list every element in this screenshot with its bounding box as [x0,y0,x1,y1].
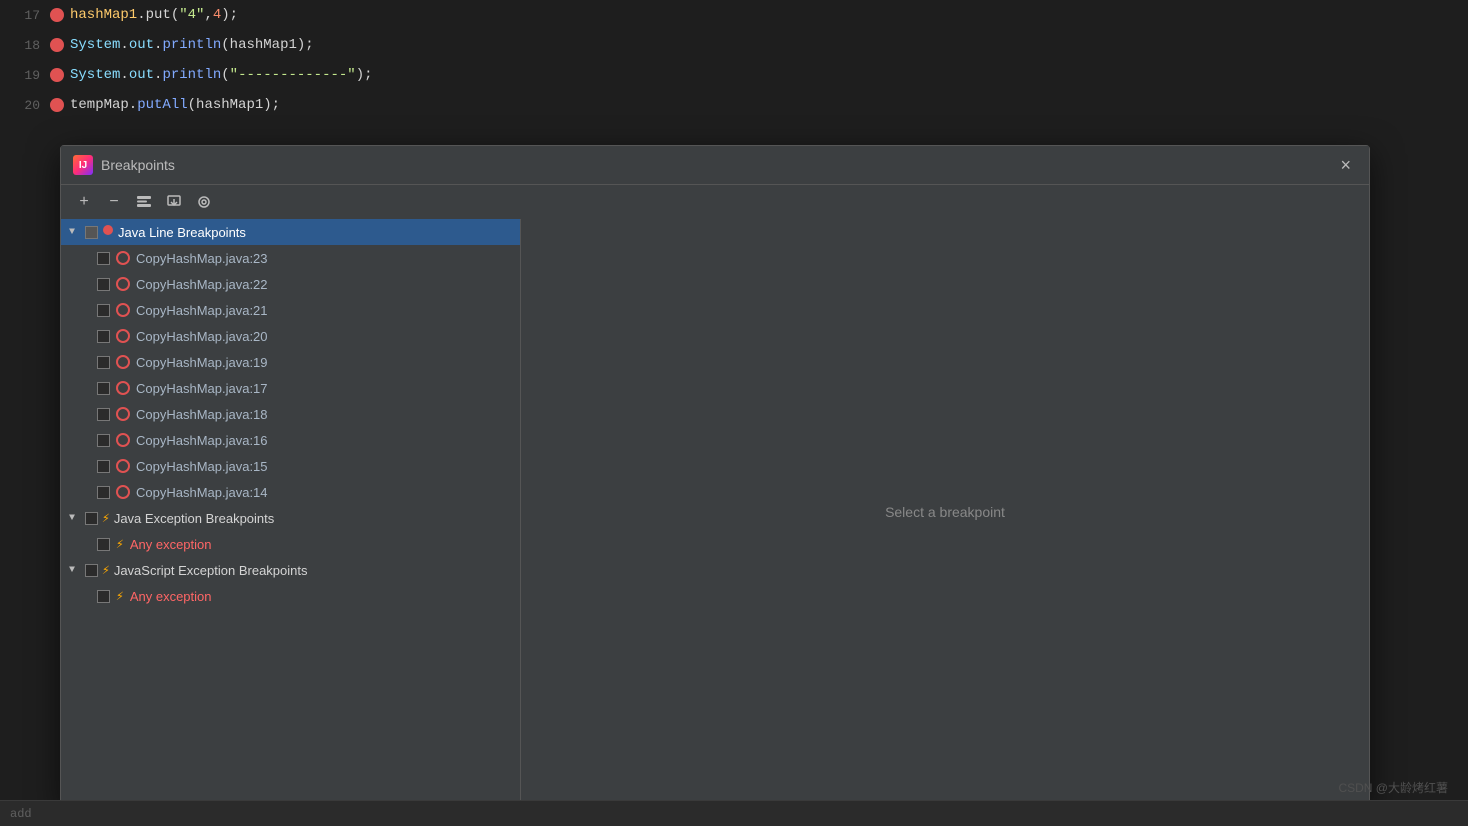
js-exception-lightning-icon: ⚡ [102,563,110,578]
item-20-dot-icon [116,329,130,343]
item-16-dot-icon [116,433,130,447]
js-exception-checkbox[interactable] [85,564,98,577]
item-23-dot-icon [116,251,130,265]
item-17-dot-icon [116,381,130,395]
item-14-dot-icon [116,485,130,499]
java-exception-toggle-icon: ▼ [69,513,81,524]
code-line-17: 17 hashMap1.put("4",4); [0,0,1468,30]
breakpoints-dialog: IJ Breakpoints × + − [60,145,1370,805]
select-breakpoint-hint: Select a breakpoint [885,504,1005,520]
add-breakpoint-button[interactable]: + [71,191,97,213]
item-16-checkbox[interactable] [97,434,110,447]
item-19-label: CopyHashMap.java:19 [136,355,268,370]
breakpoint-item-16[interactable]: CopyHashMap.java:16 [61,427,520,453]
dialog-title: Breakpoints [101,157,1334,173]
js-any-exception-item[interactable]: ⚡ Any exception [61,583,520,609]
breakpoint-item-19[interactable]: CopyHashMap.java:19 [61,349,520,375]
breakpoint-item-23[interactable]: CopyHashMap.java:23 [61,245,520,271]
java-any-exception-checkbox[interactable] [97,538,110,551]
item-14-checkbox[interactable] [97,486,110,499]
breakpoint-item-21[interactable]: CopyHashMap.java:21 [61,297,520,323]
item-17-label: CopyHashMap.java:17 [136,381,268,396]
item-16-label: CopyHashMap.java:16 [136,433,268,448]
breakpoint-dot-20 [50,98,64,112]
status-text: add [10,807,32,821]
breakpoint-dot-17 [50,8,64,22]
java-any-exception-label: Any exception [130,537,212,552]
code-line-19: 19 System.out.println("-------------"); [0,60,1468,90]
item-15-dot-icon [116,459,130,473]
item-21-label: CopyHashMap.java:21 [136,303,268,318]
item-23-label: CopyHashMap.java:23 [136,251,268,266]
breakpoint-item-22[interactable]: CopyHashMap.java:22 [61,271,520,297]
java-line-breakpoints-header[interactable]: ▼ Java Line Breakpoints [61,219,520,245]
item-17-checkbox[interactable] [97,382,110,395]
code-line-20: 20 tempMap.putAll(hashMap1); [0,90,1468,120]
breakpoint-item-18[interactable]: CopyHashMap.java:18 [61,401,520,427]
dialog-body: ▼ Java Line Breakpoints CopyHashMap.java… [61,219,1369,804]
item-20-label: CopyHashMap.java:20 [136,329,268,344]
item-22-checkbox[interactable] [97,278,110,291]
dialog-titlebar: IJ Breakpoints × [61,146,1369,185]
breakpoints-panel: ▼ Java Line Breakpoints CopyHashMap.java… [61,219,521,804]
js-any-exception-label: Any exception [130,589,212,604]
js-exception-breakpoints-header[interactable]: ▼ ⚡ JavaScript Exception Breakpoints [61,557,520,583]
java-any-exception-item[interactable]: ⚡ Any exception [61,531,520,557]
item-22-label: CopyHashMap.java:22 [136,277,268,292]
intellij-logo-icon: IJ [73,155,93,175]
js-any-exception-checkbox[interactable] [97,590,110,603]
breakpoint-item-20[interactable]: CopyHashMap.java:20 [61,323,520,349]
status-bar: add [0,800,1468,826]
java-line-dot-icon [102,223,114,241]
java-line-checkbox[interactable] [85,226,98,239]
breakpoint-item-14[interactable]: CopyHashMap.java:14 [61,479,520,505]
breakpoint-dot-18 [50,38,64,52]
java-exception-checkbox[interactable] [85,512,98,525]
java-line-label: Java Line Breakpoints [118,225,246,240]
code-line-18: 18 System.out.println(hashMap1); [0,30,1468,60]
breakpoint-item-17[interactable]: CopyHashMap.java:17 [61,375,520,401]
item-23-checkbox[interactable] [97,252,110,265]
dialog-toolbar: + − [61,185,1369,219]
js-exception-label: JavaScript Exception Breakpoints [114,563,308,578]
js-exception-toggle-icon: ▼ [69,565,81,576]
item-18-checkbox[interactable] [97,408,110,421]
item-19-dot-icon [116,355,130,369]
item-19-checkbox[interactable] [97,356,110,369]
item-14-label: CopyHashMap.java:14 [136,485,268,500]
item-20-checkbox[interactable] [97,330,110,343]
item-21-checkbox[interactable] [97,304,110,317]
remove-breakpoint-button[interactable]: − [101,191,127,213]
filter-breakpoints-button[interactable] [191,191,217,213]
item-18-label: CopyHashMap.java:18 [136,407,268,422]
breakpoint-dot-19 [50,68,64,82]
export-breakpoints-button[interactable] [161,191,187,213]
java-exception-breakpoints-header[interactable]: ▼ ⚡ Java Exception Breakpoints [61,505,520,531]
java-any-exception-lightning-icon: ⚡ [116,537,124,552]
dialog-close-button[interactable]: × [1334,154,1357,176]
detail-panel: Select a breakpoint [521,219,1369,804]
java-exception-lightning-icon: ⚡ [102,511,110,526]
item-21-dot-icon [116,303,130,317]
java-exception-label: Java Exception Breakpoints [114,511,274,526]
item-18-dot-icon [116,407,130,421]
item-15-checkbox[interactable] [97,460,110,473]
group-breakpoints-button[interactable] [131,191,157,213]
item-15-label: CopyHashMap.java:15 [136,459,268,474]
watermark: CSDN @大龄烤红薯 [1338,779,1448,796]
java-line-toggle-icon: ▼ [69,227,81,238]
breakpoint-item-15[interactable]: CopyHashMap.java:15 [61,453,520,479]
item-22-dot-icon [116,277,130,291]
js-any-exception-lightning-icon: ⚡ [116,589,124,604]
